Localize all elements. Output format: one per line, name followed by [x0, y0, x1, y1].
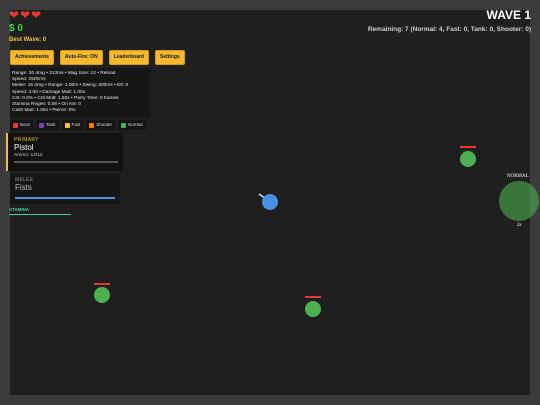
enemy-body — [305, 301, 321, 317]
shooter-swatch-icon — [89, 122, 95, 128]
enemy-body — [460, 151, 476, 167]
melee-cooldown-bar — [15, 197, 115, 199]
spawner-timer: 2s — [517, 223, 522, 228]
legend-item-shooter: Shooter — [86, 120, 116, 130]
ammo-counter: Ammo: 12/12 — [14, 153, 43, 158]
legend-label: Tank — [46, 122, 56, 127]
enemy-health-bar — [94, 283, 110, 285]
player-body — [262, 194, 278, 210]
heart-icon: ❤ — [20, 8, 31, 22]
lives-display: ❤❤❤ — [9, 8, 42, 22]
fast-swatch-icon — [64, 122, 70, 128]
legend-label: Shooter — [96, 122, 113, 127]
legend-item-boss: Boss — [10, 120, 34, 130]
melee-weapon-slot[interactable]: MELEE Fists — [10, 174, 120, 204]
enemy-legend: Boss Tank Fast Shooter Normal — [10, 120, 146, 130]
heart-icon: ❤ — [9, 8, 20, 22]
achievements-button[interactable]: Achievements — [10, 50, 54, 65]
primary-weapon-slot[interactable]: PRIMARY Pistol Ammo: 12/12 — [6, 133, 123, 171]
cash-counter: $ 0 — [9, 23, 23, 34]
stats-line: Cash Mult: 1.00x • Pierce: 0% — [12, 108, 76, 114]
enemy-normal — [305, 296, 321, 317]
spawner-type-label: NORMAL — [507, 174, 529, 179]
normal-swatch-icon — [121, 122, 127, 128]
spawn-portal — [499, 181, 539, 221]
autofire-toggle-button[interactable]: Auto-Fire: ON — [59, 50, 103, 65]
best-wave-label: Best Wave: 0 — [9, 37, 47, 43]
top-toolbar: Achievements Auto-Fire: ON Leaderboard S… — [10, 50, 185, 65]
remaining-enemies-label: Remaining: 7 (Normal: 4, Fast: 0, Tank: … — [367, 26, 531, 33]
leaderboard-button[interactable]: Leaderboard — [108, 50, 149, 65]
enemy-health-bar — [460, 146, 476, 148]
stats-line: Melee: 15 dmg • Range: 1.00m • Swing: 40… — [12, 83, 129, 89]
enemy-normal — [94, 283, 110, 303]
stamina-label: STAMINA — [9, 207, 30, 212]
stamina-bar — [9, 214, 71, 215]
settings-button[interactable]: Settings — [154, 50, 185, 65]
enemy-body — [94, 287, 110, 303]
stats-panel: Range: 30 dmg • 313ms • Mag Size: 12 • R… — [10, 68, 150, 118]
enemy-normal — [460, 146, 476, 167]
legend-label: Fast — [71, 122, 81, 127]
enemy-health-bar — [305, 296, 321, 298]
legend-item-tank: Tank — [36, 120, 59, 130]
legend-label: Normal — [128, 122, 143, 127]
legend-label: Boss — [20, 122, 31, 127]
primary-weapon-name: Pistol — [14, 143, 34, 152]
tank-swatch-icon — [39, 122, 45, 128]
wave-title: WAVE 1 — [486, 8, 531, 22]
boss-swatch-icon — [13, 122, 18, 128]
player — [258, 193, 278, 210]
legend-item-normal: Normal — [118, 120, 146, 130]
heart-icon: ❤ — [31, 8, 42, 22]
reload-bar — [14, 161, 118, 163]
melee-weapon-name: Fists — [15, 183, 32, 192]
legend-item-fast: Fast — [61, 120, 84, 130]
